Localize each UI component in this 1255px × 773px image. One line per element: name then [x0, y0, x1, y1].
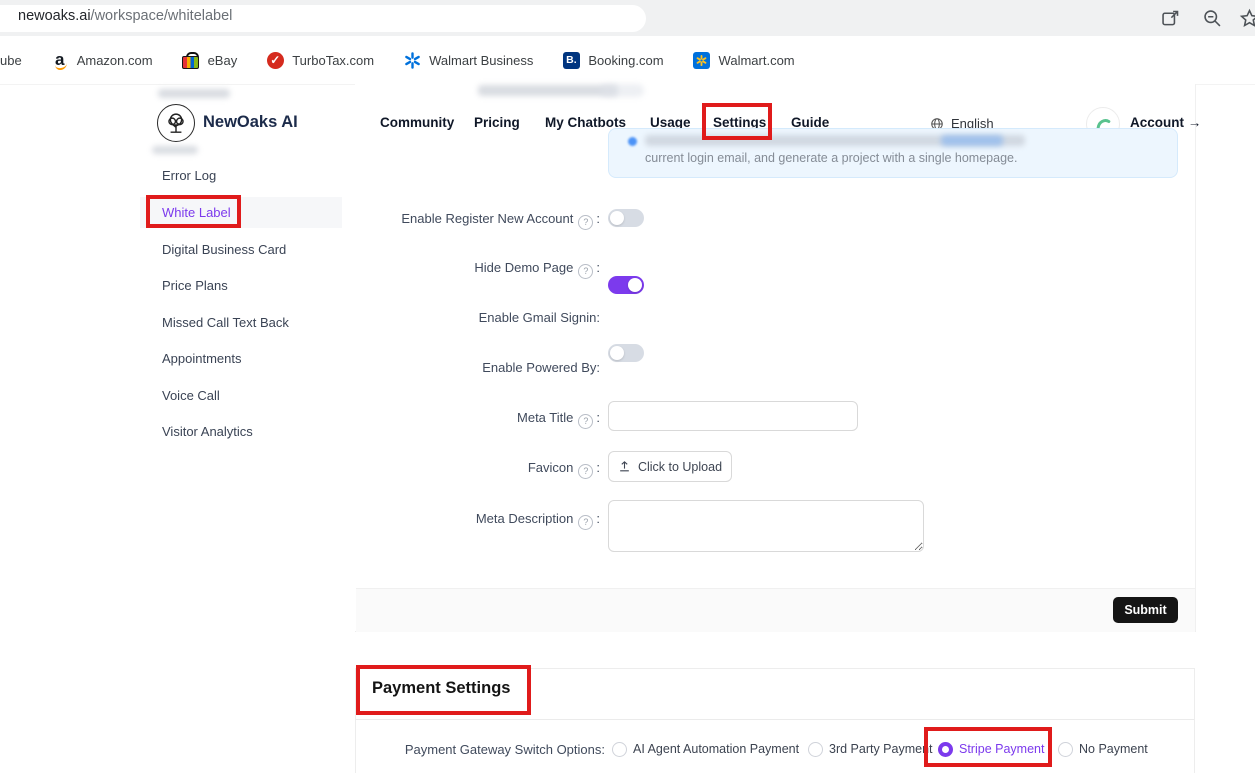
bookmark-youtube-truncated[interactable]: ube [0, 53, 22, 68]
toggle-enable-register-new-account[interactable] [608, 209, 644, 227]
bookmark-label: Walmart Business [429, 53, 533, 68]
nav-community[interactable]: Community [380, 115, 454, 130]
card-footer [356, 588, 1195, 632]
label-hide-demo-page: Hide Demo Page: [355, 260, 600, 279]
sidebar-item-error-log[interactable]: Error Log [140, 160, 342, 191]
upload-button-label: Click to Upload [638, 460, 722, 474]
redacted-text [158, 89, 230, 98]
walmart-spark-icon [403, 51, 421, 69]
sidebar-item-missed-call-text-back[interactable]: Missed Call Text Back [140, 307, 342, 338]
sidebar-item-label: Price Plans [162, 278, 228, 293]
radio-3rd-party-payment[interactable] [808, 742, 823, 757]
ebay-bag-icon [182, 51, 200, 69]
radio-label[interactable]: Stripe Payment [959, 742, 1044, 756]
radio-ai-agent-automation-payment[interactable] [612, 742, 627, 757]
booking-b-icon: B. [562, 51, 580, 69]
radio-no-payment[interactable] [1058, 742, 1073, 757]
toggle-enable-gmail-signin[interactable] [608, 344, 644, 362]
label-meta-description: Meta Description: [355, 511, 600, 530]
radio-label[interactable]: AI Agent Automation Payment [633, 742, 799, 756]
bookmark-booking[interactable]: B. Booking.com [562, 51, 663, 69]
help-icon[interactable] [578, 215, 593, 230]
walmart-tile-icon [693, 51, 711, 69]
newoaks-logo-icon [157, 104, 195, 142]
redacted-link [941, 135, 1003, 146]
screen: newoaks.ai/workspace/whitelabel ube a Am… [0, 0, 1255, 773]
radio-stripe-payment[interactable] [938, 742, 953, 757]
nav-pricing[interactable]: Pricing [474, 115, 520, 130]
url-text[interactable]: newoaks.ai/workspace/whitelabel [18, 8, 232, 24]
sidebar-item-label: Voice Call [162, 388, 220, 403]
label-enable-powered-by: Enable Powered By: [355, 360, 600, 375]
bookmark-turbotax[interactable]: ✓ TurboTax.com [266, 51, 374, 69]
bookmark-walmart[interactable]: Walmart.com [693, 51, 795, 69]
help-icon[interactable] [578, 515, 593, 530]
redacted-text [152, 146, 198, 154]
bookmark-walmart-business[interactable]: Walmart Business [403, 51, 533, 69]
label-favicon: Favicon: [355, 460, 600, 479]
payment-settings-title: Payment Settings [372, 679, 510, 698]
bookmark-label: Walmart.com [719, 53, 795, 68]
sidebar-item-label: Visitor Analytics [162, 424, 253, 439]
radio-label[interactable]: No Payment [1079, 742, 1148, 756]
favorite-star-icon[interactable] [1239, 8, 1255, 29]
sidebar-item-white-label[interactable]: White Label [140, 197, 342, 228]
bookmark-label: Amazon.com [77, 53, 153, 68]
sidebar-item-label: Digital Business Card [162, 242, 286, 257]
bookmarks-bar: ube a Amazon.com eBay ✓ TurboTax.com Wal… [0, 36, 1255, 85]
bookmark-label: ube [0, 53, 22, 68]
sidebar-item-appointments[interactable]: Appointments [140, 343, 342, 374]
bookmark-label: Booking.com [588, 53, 663, 68]
sidebar-item-price-plans[interactable]: Price Plans [140, 270, 342, 301]
turbotax-check-icon: ✓ [266, 51, 284, 69]
radio-label[interactable]: 3rd Party Payment [829, 742, 933, 756]
bookmark-ebay[interactable]: eBay [182, 51, 238, 69]
sidebar-item-label: Appointments [162, 351, 242, 366]
meta-description-textarea[interactable] [608, 500, 924, 552]
zoom-out-icon[interactable] [1202, 8, 1223, 29]
sidebar-item-digital-business-card[interactable]: Digital Business Card [140, 234, 342, 265]
sidebar-item-voice-call[interactable]: Voice Call [140, 380, 342, 411]
help-icon[interactable] [578, 264, 593, 279]
browser-address-bar: newoaks.ai/workspace/whitelabel [0, 0, 1255, 36]
help-icon[interactable] [578, 464, 593, 479]
favicon-upload-button[interactable]: Click to Upload [608, 451, 732, 482]
info-icon [628, 137, 637, 146]
submit-button[interactable]: Submit [1113, 597, 1178, 623]
help-icon[interactable] [578, 414, 593, 429]
sidebar-item-label: White Label [162, 205, 231, 220]
toggle-hide-demo-page[interactable] [608, 276, 644, 294]
label-meta-title: Meta Title: [355, 410, 600, 429]
redacted-text [478, 85, 618, 96]
meta-title-input[interactable] [608, 401, 858, 431]
bookmark-label: eBay [208, 53, 238, 68]
amazon-icon: a [51, 51, 69, 69]
sidebar-item-label: Error Log [162, 168, 216, 183]
divider [356, 719, 1194, 720]
label-enable-register-new-account: Enable Register New Account: [355, 211, 600, 230]
redacted-toggle [600, 84, 644, 97]
label-enable-gmail-signin: Enable Gmail Signin: [355, 310, 600, 325]
brand-name[interactable]: NewOaks AI [203, 113, 298, 132]
upload-icon [618, 460, 631, 473]
url-path: /workspace/whitelabel [91, 8, 233, 24]
bookmark-amazon[interactable]: a Amazon.com [51, 51, 153, 69]
sidebar-item-visitor-analytics[interactable]: Visitor Analytics [140, 416, 342, 447]
sidebar-item-label: Missed Call Text Back [162, 315, 289, 330]
share-icon[interactable] [1160, 8, 1181, 29]
info-banner-text: current login email, and generate a proj… [645, 151, 1017, 165]
label-payment-gateway-switch-options: Payment Gateway Switch Options: [355, 742, 605, 757]
url-host: newoaks.ai [18, 8, 91, 24]
bookmark-label: TurboTax.com [292, 53, 374, 68]
